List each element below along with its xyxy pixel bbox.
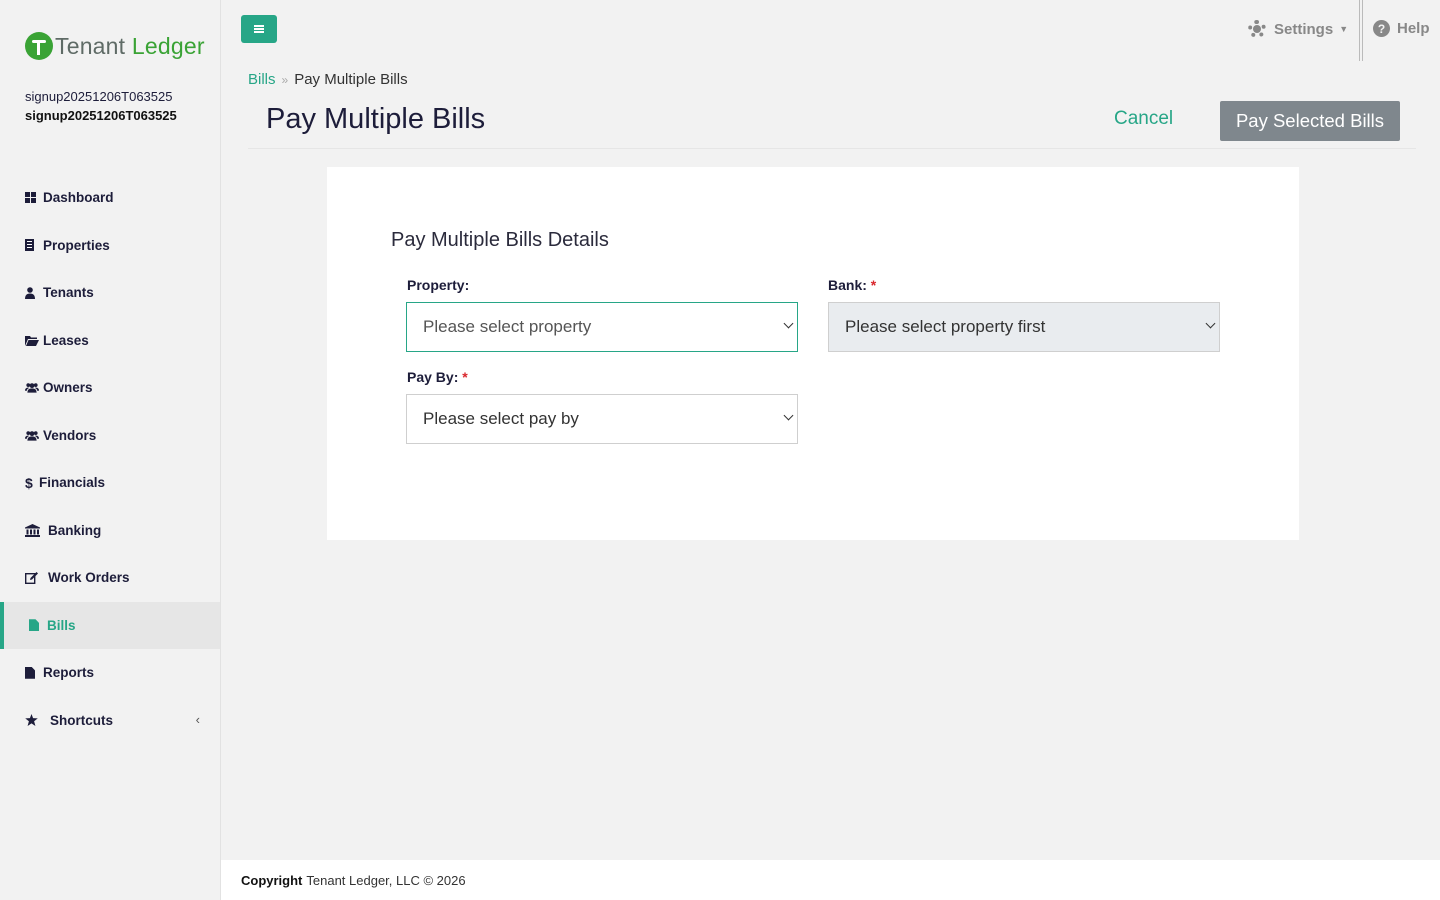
- settings-menu[interactable]: Settings ▼: [1248, 20, 1348, 38]
- bank-select[interactable]: Please select property first: [828, 302, 1220, 352]
- logo-icon: [25, 32, 53, 60]
- divider: [248, 148, 1416, 149]
- sidebar-item-label: Dashboard: [43, 190, 114, 206]
- copyright-label: Copyright: [241, 872, 303, 888]
- sidebar-item-label: Leases: [43, 332, 89, 348]
- sidebar-item-properties[interactable]: Properties: [0, 222, 220, 270]
- pay-by-select-value: Please select pay by: [423, 409, 579, 428]
- help-label: Help: [1397, 20, 1430, 37]
- user-account: signup20251206T063525: [25, 108, 177, 123]
- chevron-double-right-icon: »: [281, 72, 289, 87]
- pay-by-select[interactable]: Please select pay by: [406, 394, 798, 444]
- brand-name-part2: Ledger: [125, 32, 205, 59]
- chevron-left-icon[interactable]: ‹: [196, 712, 200, 727]
- edit-icon: [25, 571, 44, 584]
- sidebar-item-tenants[interactable]: Tenants: [0, 269, 220, 317]
- users-icon: [25, 430, 39, 441]
- sidebar-item-financials[interactable]: $ Financials: [0, 459, 220, 507]
- folder-open-icon: [25, 335, 39, 346]
- bank-icon: [25, 523, 44, 537]
- sidebar-item-label: Vendors: [43, 427, 97, 443]
- sidebar-item-vendors[interactable]: Vendors: [0, 412, 220, 460]
- building-icon: [25, 239, 39, 252]
- page-title: Pay Multiple Bills: [266, 103, 486, 135]
- sidebar-item-bills[interactable]: Bills: [0, 601, 220, 649]
- caret-down-icon: ▼: [1339, 24, 1349, 34]
- copyright-text: Tenant Ledger, LLC © 2026: [306, 872, 466, 888]
- required-marker: *: [462, 369, 468, 385]
- sidebar-item-label: Work Orders: [48, 570, 130, 586]
- property-select[interactable]: Please select property: [406, 302, 798, 352]
- settings-label: Settings: [1274, 20, 1334, 38]
- sidebar-item-label: Tenants: [43, 285, 94, 301]
- bank-select-value: Please select property first: [845, 317, 1046, 336]
- sidebar-item-banking[interactable]: Banking: [0, 507, 220, 555]
- question-circle-icon: ?: [1373, 20, 1390, 37]
- sidebar-item-reports[interactable]: Reports: [0, 649, 220, 697]
- breadcrumb-link-bills[interactable]: Bills: [248, 71, 276, 88]
- pay-by-label: Pay By: *: [407, 369, 468, 385]
- star-icon: [25, 714, 46, 727]
- sidebar-nav: Dashboard Properties Tenants Leases Owne…: [0, 174, 220, 744]
- bank-label: Bank: *: [828, 277, 877, 293]
- help-link[interactable]: ? Help: [1373, 20, 1430, 37]
- brand-name-part1: Tenant: [55, 32, 126, 59]
- cancel-button[interactable]: Cancel: [1114, 108, 1173, 130]
- brand-logo[interactable]: Tenant Ledger: [25, 32, 205, 60]
- sidebar-item-work-orders[interactable]: Work Orders: [0, 554, 220, 602]
- user-name: signup20251206T063525: [25, 89, 173, 104]
- sidebar-item-label: Shortcuts: [50, 712, 114, 728]
- dollar-icon: $: [25, 474, 33, 491]
- sidebar-item-label: Owners: [43, 380, 93, 396]
- section-title: Pay Multiple Bills Details: [391, 229, 609, 251]
- file-icon: [25, 666, 39, 679]
- user-icon: [25, 286, 39, 299]
- gear-icon: [1248, 20, 1266, 38]
- required-marker: *: [870, 277, 877, 293]
- sidebar-item-label: Reports: [43, 665, 95, 681]
- topbar-divider: [1359, 0, 1363, 61]
- dashboard-icon: [25, 192, 39, 204]
- sidebar-item-label: Properties: [43, 237, 110, 253]
- users-icon: [25, 382, 39, 393]
- sidebar-item-label: Banking: [48, 522, 102, 538]
- menu-icon: [254, 25, 264, 33]
- breadcrumb-current: Pay Multiple Bills: [294, 71, 408, 88]
- pay-selected-bills-button[interactable]: Pay Selected Bills: [1220, 101, 1400, 141]
- sidebar-item-leases[interactable]: Leases: [0, 317, 220, 365]
- footer: Copyright Tenant Ledger, LLC © 2026: [221, 860, 1440, 900]
- sidebar: Tenant Ledger signup20251206T063525 sign…: [0, 0, 221, 900]
- chevron-down-icon: [1205, 318, 1216, 329]
- sidebar-item-label: Bills: [47, 617, 76, 633]
- sidebar-item-label: Financials: [39, 475, 106, 491]
- sidebar-toggle-button[interactable]: [241, 15, 277, 43]
- property-select-value: Please select property: [423, 317, 592, 336]
- sidebar-item-dashboard[interactable]: Dashboard: [0, 174, 220, 222]
- form-card: Pay Multiple Bills Details Property: Ple…: [327, 167, 1299, 540]
- property-label: Property:: [407, 277, 470, 293]
- chevron-down-icon: [783, 410, 794, 421]
- chevron-down-icon: [783, 318, 794, 329]
- file-icon: [29, 619, 43, 632]
- sidebar-item-shortcuts[interactable]: Shortcuts ‹: [0, 697, 220, 745]
- sidebar-item-owners[interactable]: Owners: [0, 364, 220, 412]
- breadcrumb: Bills » Pay Multiple Bills: [248, 71, 408, 88]
